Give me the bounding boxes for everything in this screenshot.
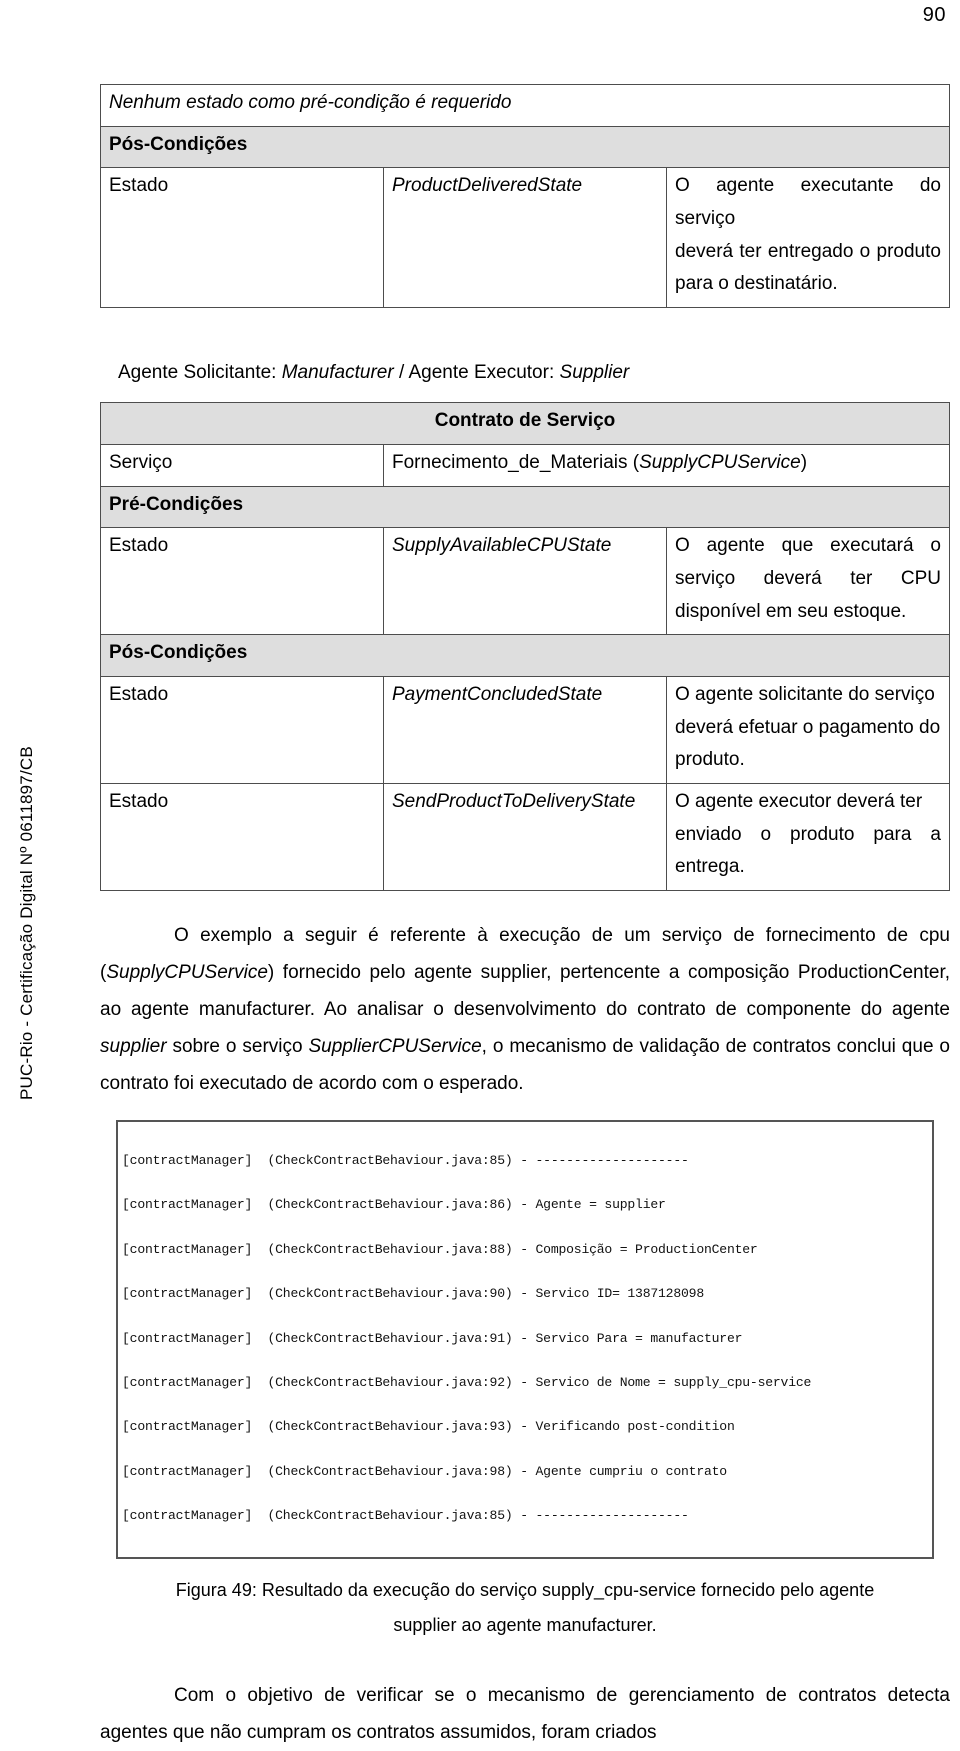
description-line: O agente executor deverá ter [675, 791, 923, 813]
example-paragraph: O exemplo a seguir é referente à execuçã… [100, 917, 950, 1102]
service-value: Fornecimento_de_Materiais (SupplyCPUServ… [383, 444, 950, 487]
service-name-close: ) [800, 452, 808, 474]
description-line: deverá ter entregado o produto [675, 240, 941, 262]
service-contract-table: Contrato de Serviço Serviço Fornecimento… [100, 402, 950, 892]
agents-line-separator: / [393, 362, 409, 384]
description-line: enviado o produto para a [675, 823, 941, 845]
preconditions-heading: Pré-Condições [100, 485, 950, 529]
console-line: [contractManager] (CheckContractBehaviou… [122, 1330, 743, 1346]
console-line: [contractManager] (CheckContractBehaviou… [122, 1463, 727, 1479]
executor-prefix: Agente Executor: [408, 362, 560, 384]
row-label: Estado [100, 527, 384, 636]
agent-reference: supplier [100, 1036, 167, 1058]
console-line: [contractManager] (CheckContractBehaviou… [122, 1286, 704, 1302]
console-output-screenshot: [contractManager] (CheckContractBehaviou… [116, 1120, 934, 1559]
description-line: O agente executante do serviço [675, 175, 941, 230]
row-description: Oagente que executará o serviço deverá ter CPU… [666, 527, 950, 636]
table-row: Estado SupplyAvailableCPUState Oagente qu… [100, 527, 950, 636]
service-reference: SupplierCPUService [308, 1036, 482, 1058]
row-description: O agente solicitante do serviço deverá e… [666, 676, 950, 785]
no-precondition-note: Nenhum estado como pré-condição é requer… [100, 84, 950, 127]
row-label: Estado [100, 167, 384, 309]
console-line: [contractManager] (CheckContractBehaviou… [122, 1241, 758, 1257]
requester-agent: Manufacturer [281, 362, 394, 384]
description-line: para o destinatário. [675, 273, 838, 295]
row-label: Estado [100, 783, 384, 892]
description-line: Oagente que executará o [675, 535, 941, 557]
row-state: SendProductToDeliveryState [383, 783, 667, 892]
table-row: Estado PaymentConcludedState O agente so… [100, 676, 950, 785]
console-line: [contractManager] (CheckContractBehaviou… [122, 1508, 689, 1524]
table-row: Pós-Condições [100, 125, 950, 169]
postconditions-heading: Pós-Condições [100, 634, 950, 678]
executor-agent: Supplier [559, 362, 630, 384]
row-label: Estado [100, 676, 384, 785]
service-label: Serviço [100, 444, 384, 487]
row-state: PaymentConcludedState [383, 676, 667, 785]
description-line: deverá efetuar o pagamento do [675, 716, 941, 738]
console-line: [contractManager] (CheckContractBehaviou… [122, 1374, 812, 1390]
table-row: Serviço Fornecimento_de_Materiais (Suppl… [100, 444, 950, 487]
figure-caption: Figura 49: Resultado da execução do serv… [175, 1579, 875, 1635]
table-row: Contrato de Serviço [100, 402, 950, 446]
description-line: O agente solicitante do serviço [675, 684, 935, 706]
table-row: Estado SendProductToDeliveryState O agen… [100, 783, 950, 892]
contract-title: Contrato de Serviço [100, 402, 950, 446]
certification-watermark: PUC-Rio - Certificação Digital Nº 061189… [17, 746, 36, 1100]
row-description: O agente executor deverá ter enviado o pro… [666, 783, 950, 892]
console-line: [contractManager] (CheckContractBehaviou… [122, 1197, 666, 1213]
paragraph-part: sobre o serviço [166, 1036, 309, 1058]
postconditions-heading: Pós-Condições [100, 125, 950, 169]
console-line: [contractManager] (CheckContractBehaviou… [122, 1419, 735, 1435]
top-contract-table: Nenhum estado como pré-condição é requer… [100, 84, 950, 309]
agents-line-prefix: Agente Solicitante: [118, 362, 282, 384]
row-state: ProductDeliveredState [383, 167, 667, 309]
console-line: [contractManager] (CheckContractBehaviou… [122, 1152, 689, 1168]
service-name: Fornecimento_de_Materiais ( [392, 452, 640, 474]
service-reference: SupplyCPUService [106, 962, 268, 984]
row-state: SupplyAvailableCPUState [383, 527, 667, 636]
description-line: serviço deverá ter CPU [675, 568, 941, 590]
description-line: produto. [675, 749, 745, 771]
page-content: Nenhum estado como pré-condição é requer… [100, 0, 950, 1751]
row-description: O agente executante do serviço deverá ter… [666, 167, 950, 309]
table-row: Pós-Condições [100, 634, 950, 678]
agents-line: Agente Solicitante: Manufacturer / Agent… [100, 358, 950, 388]
service-code: SupplyCPUService [639, 452, 801, 474]
final-paragraph: Com o objetivo de verificar se o mecanis… [100, 1684, 950, 1743]
table-row: Estado ProductDeliveredState O agente ex… [100, 167, 950, 309]
description-line: disponível em seu estoque. [675, 600, 907, 622]
description-line: entrega. [675, 856, 745, 878]
table-row: Nenhum estado como pré-condição é requer… [100, 84, 950, 127]
table-row: Pré-Condições [100, 485, 950, 529]
